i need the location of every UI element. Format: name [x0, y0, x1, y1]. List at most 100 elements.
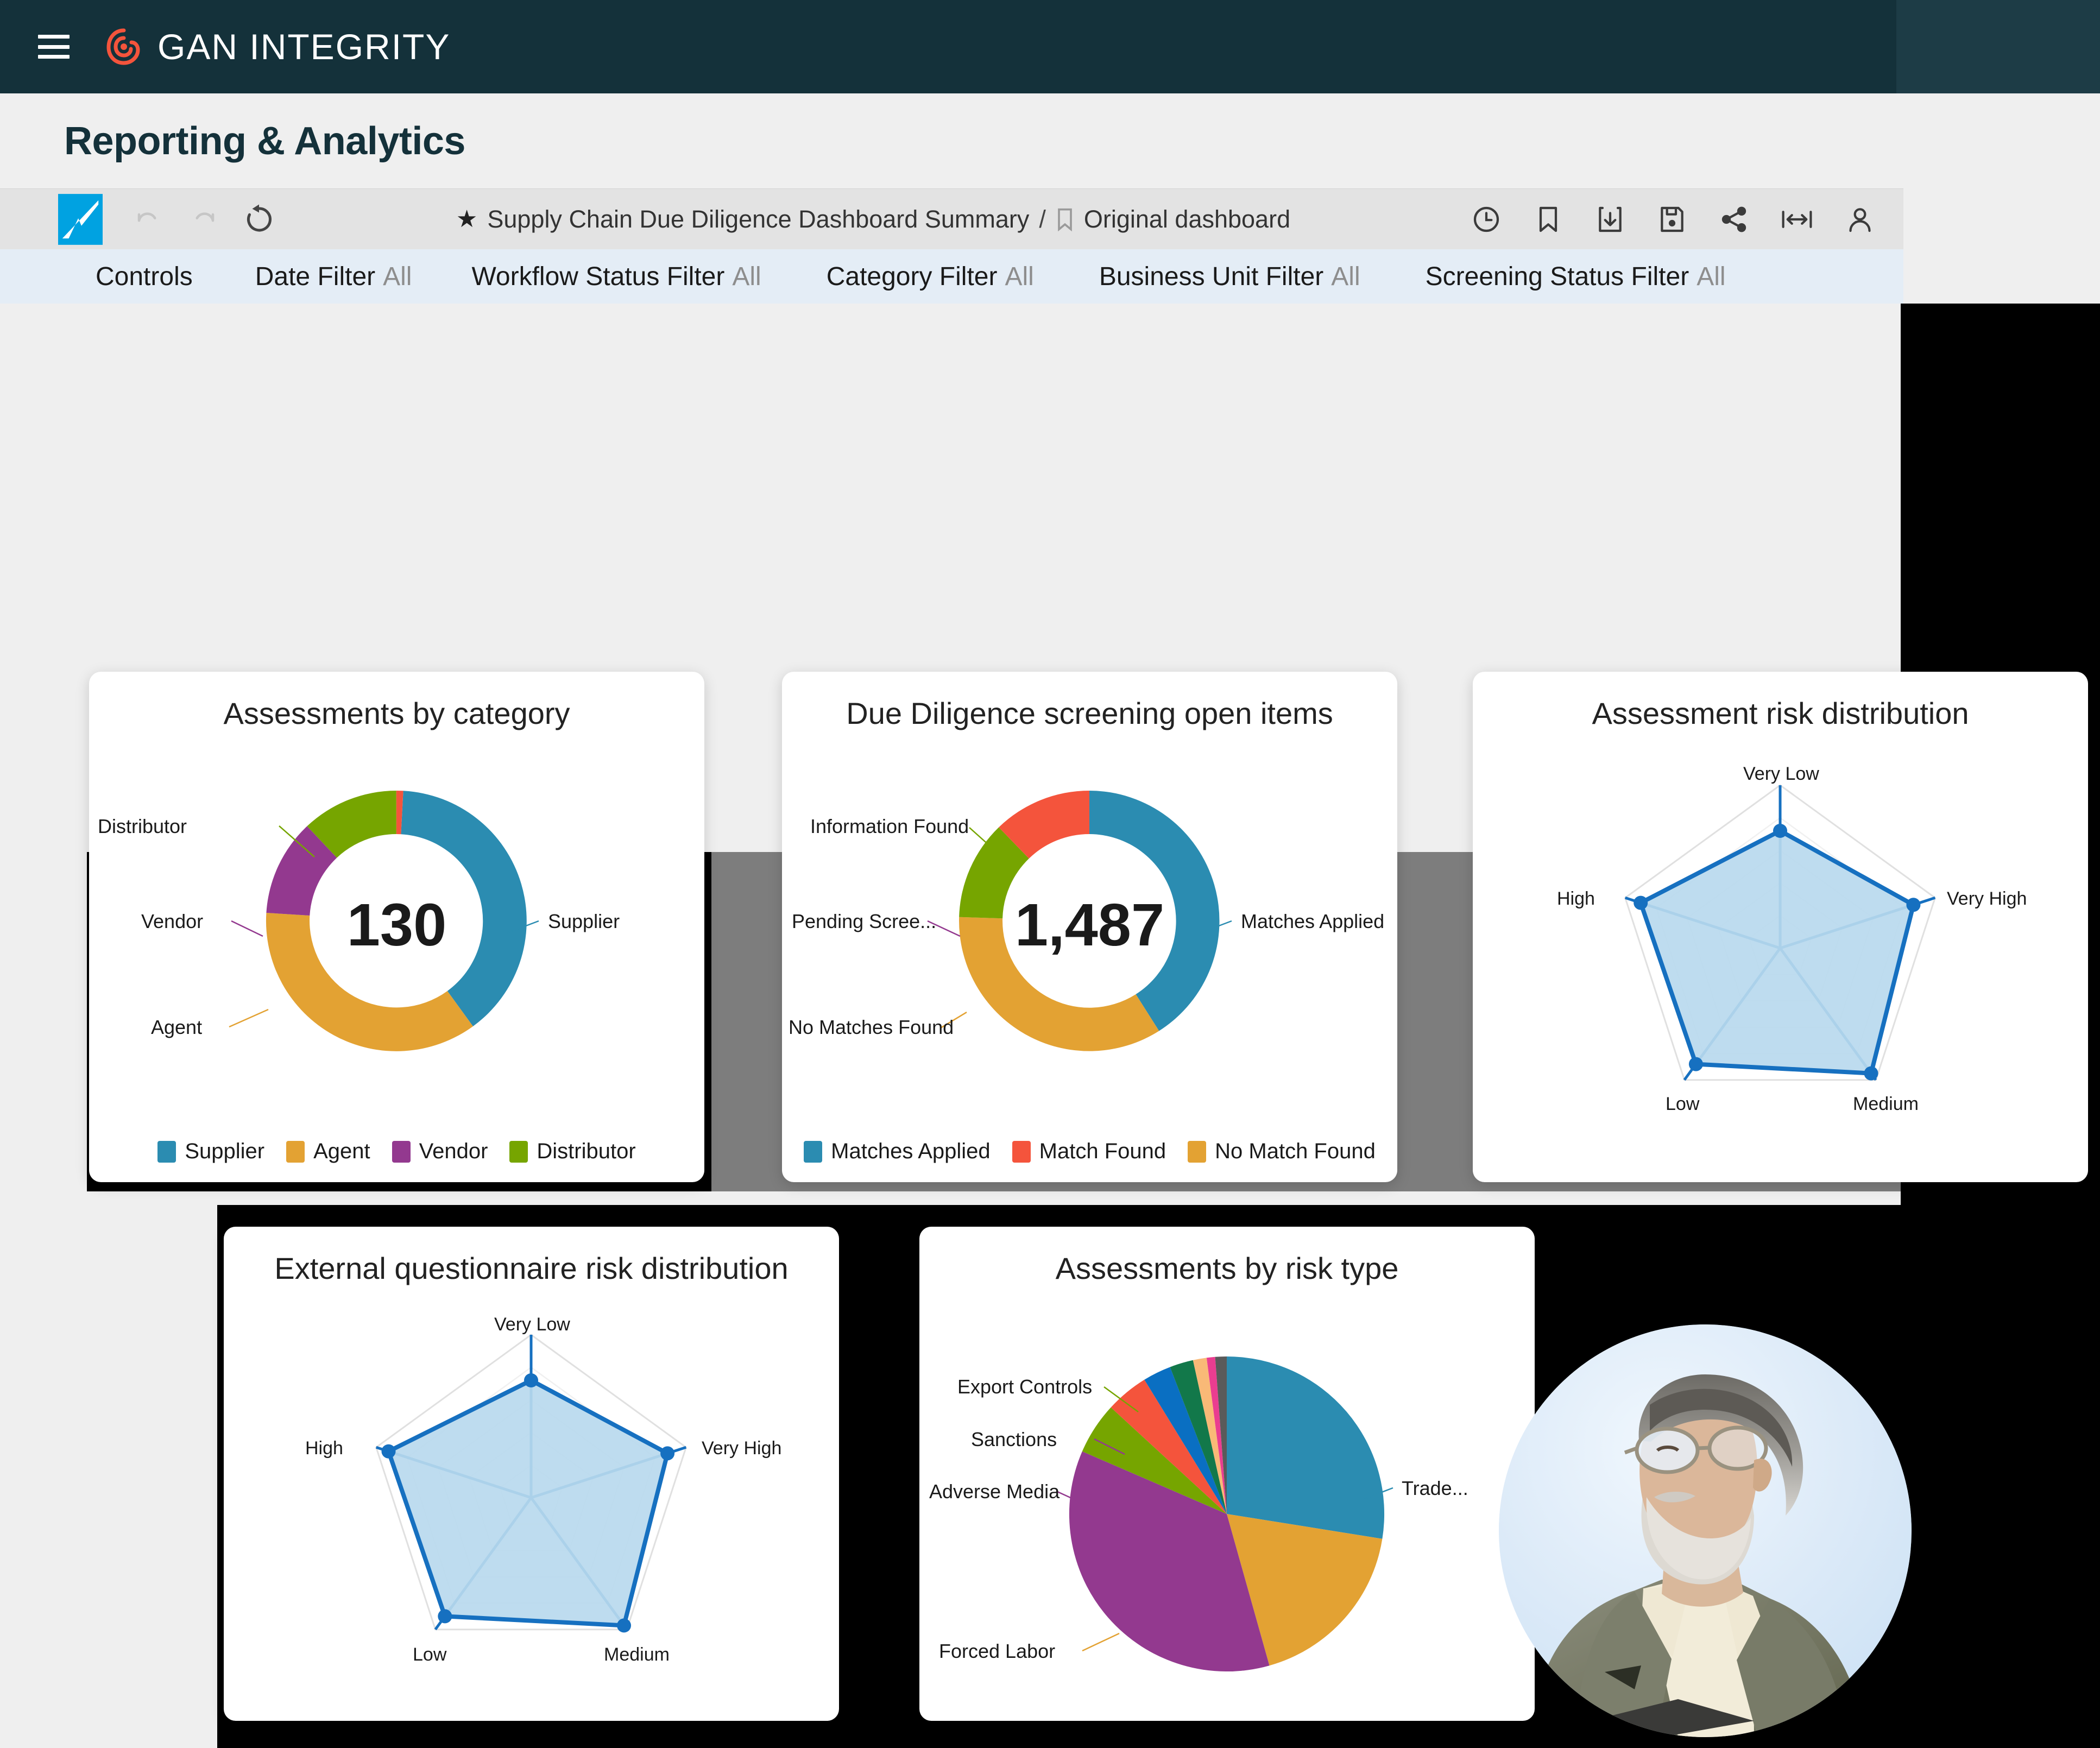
legend-item[interactable]: Vendor [392, 1139, 488, 1164]
filter-business-unit[interactable]: Business Unit Filter All [1099, 262, 1360, 292]
top-navbar: GAN INTEGRITY [0, 0, 2100, 93]
filter-label: Workflow Status Filter [471, 262, 725, 291]
bookmark-icon[interactable] [1533, 204, 1563, 235]
navbar-right-panel [1896, 0, 2100, 93]
legend-label: Distributor [537, 1139, 636, 1163]
legend-item[interactable]: Match Found [1012, 1139, 1166, 1164]
legend-item[interactable]: Supplier [157, 1139, 264, 1164]
radar-axis-low: Low [413, 1644, 447, 1665]
filter-value: All [732, 262, 761, 291]
legend-swatch [509, 1140, 528, 1163]
chart-title: Assessments by category [223, 696, 570, 730]
legend-label: Vendor [419, 1139, 488, 1163]
callout-trade: Trade... [1402, 1477, 1468, 1499]
filter-label: Category Filter [826, 262, 998, 291]
radar-axis-very-low: Very Low [494, 1314, 570, 1335]
tableau-logo-icon[interactable] [58, 193, 103, 245]
fit-width-icon[interactable] [1781, 204, 1813, 235]
filter-label: Screening Status Filter [1425, 262, 1689, 291]
page-title: Reporting & Analytics [64, 119, 465, 163]
card-assessments-by-category[interactable]: Assessments by category 130 Distributor … [89, 672, 704, 1182]
legend-due-diligence: Matches Applied Match Found No Match Fou… [782, 1139, 1397, 1164]
view-name[interactable]: Original dashboard [1084, 205, 1290, 234]
callout-adverse-media: Adverse Media [929, 1480, 1060, 1503]
card-assessment-risk-distribution[interactable]: Assessment risk distribution Very Low Ve… [1473, 672, 2088, 1182]
legend-label: Agent [313, 1139, 370, 1163]
radar-svg [1624, 784, 1937, 1081]
legend-swatch [286, 1140, 305, 1163]
history-clock-icon[interactable] [1471, 204, 1502, 235]
dashboard-canvas: Assessments by category 130 Distributor … [0, 304, 2100, 1748]
radar-chart-assessment-risk[interactable]: Very Low Very High Medium Low High [1473, 731, 2088, 1176]
radar-axis-very-low: Very Low [1743, 763, 1819, 784]
title-separator: / [1039, 205, 1046, 233]
card-assessments-by-risk-type[interactable]: Assessments by risk type Export Controls… [919, 1227, 1535, 1721]
callout-vendor: Vendor [141, 910, 204, 932]
filter-bar: Controls Date Filter All Workflow Status … [0, 249, 1903, 304]
page-title-bar: Reporting & Analytics [0, 93, 2100, 188]
viz-toolbar: ★ Supply Chain Due Diligence Dashboard S… [0, 188, 1903, 249]
filter-label: Date Filter [255, 262, 376, 291]
chart-title: Due Diligence screening open items [846, 696, 1333, 730]
legend-swatch [392, 1140, 411, 1163]
legend-swatch [1012, 1140, 1031, 1163]
radar-axis-low: Low [1666, 1094, 1700, 1114]
star-icon[interactable]: ★ [456, 205, 477, 233]
radar-svg [375, 1334, 688, 1633]
download-icon[interactable] [1595, 204, 1625, 235]
legend-label: No Match Found [1215, 1139, 1376, 1163]
filter-label: Controls [96, 262, 193, 291]
radar-axis-very-high: Very High [702, 1438, 782, 1459]
callout-export-controls: Export Controls [957, 1375, 1093, 1398]
legend-label: Match Found [1039, 1139, 1166, 1163]
callout-information-found: Information Found [810, 815, 969, 837]
donut-chart-screening[interactable]: 1,487 Information Found Pending Scree...… [782, 731, 1397, 1111]
filter-date[interactable]: Date Filter All [255, 262, 412, 292]
chart-title: External questionnaire risk distribution [274, 1251, 789, 1285]
chart-title: Assessments by risk type [1055, 1251, 1399, 1285]
legend-swatch [804, 1140, 823, 1163]
legend-swatch [157, 1140, 176, 1163]
legend-item[interactable]: No Match Found [1188, 1139, 1376, 1164]
filter-controls[interactable]: Controls [96, 262, 193, 292]
filter-value: All [1697, 262, 1726, 291]
bookmark-icon [1056, 207, 1074, 231]
share-icon[interactable] [1719, 204, 1749, 235]
radar-axis-very-high: Very High [1947, 888, 2027, 909]
undo-icon[interactable] [134, 205, 163, 234]
filter-value: All [1331, 262, 1360, 291]
legend-swatch [1188, 1140, 1207, 1163]
legend-item[interactable]: Agent [286, 1139, 370, 1164]
callout-distributor: Distributor [98, 815, 187, 837]
dashboard-name[interactable]: Supply Chain Due Diligence Dashboard Sum… [487, 205, 1029, 234]
legend-item[interactable]: Matches Applied [804, 1139, 991, 1164]
redo-icon[interactable] [188, 205, 218, 234]
callout-no-matches-found: No Matches Found [789, 1016, 954, 1038]
filter-value: All [383, 262, 412, 291]
brand-text: GAN INTEGRITY [157, 27, 451, 67]
callout-sanctions: Sanctions [971, 1428, 1057, 1450]
user-account-icon[interactable] [1845, 204, 1875, 235]
hamburger-icon[interactable] [38, 35, 70, 59]
filter-workflow-status[interactable]: Workflow Status Filter All [471, 262, 761, 292]
callout-supplier: Supplier [548, 910, 620, 932]
callout-agent: Agent [151, 1016, 203, 1038]
card-due-diligence-screening[interactable]: Due Diligence screening open items 1,487… [782, 672, 1397, 1182]
filter-screening-status[interactable]: Screening Status Filter All [1426, 262, 1726, 292]
callout-forced-labor: Forced Labor [939, 1640, 1056, 1662]
save-icon[interactable] [1657, 204, 1687, 235]
radar-chart-external-questionnaire[interactable]: Very Low Very High Medium Low High [224, 1286, 839, 1720]
card-external-questionnaire-risk[interactable]: External questionnaire risk distribution [224, 1227, 839, 1721]
callout-pending-screening: Pending Scree... [792, 910, 937, 932]
radar-axis-high: High [1557, 888, 1595, 909]
brand[interactable]: GAN INTEGRITY [104, 26, 450, 67]
revert-icon[interactable] [243, 203, 275, 236]
callout-matches-applied: Matches Applied [1241, 910, 1385, 932]
donut-chart-category[interactable]: 130 Distributor Vendor Agent Supplier [89, 731, 704, 1111]
legend-item[interactable]: Distributor [509, 1139, 636, 1164]
gan-logo-icon [106, 28, 140, 65]
portrait-image [1499, 1324, 1912, 1737]
pie-chart-risk-type[interactable]: Export Controls Sanctions Adverse Media … [919, 1286, 1535, 1720]
filter-category[interactable]: Category Filter All [827, 262, 1034, 292]
radar-axis-medium: Medium [604, 1644, 670, 1665]
